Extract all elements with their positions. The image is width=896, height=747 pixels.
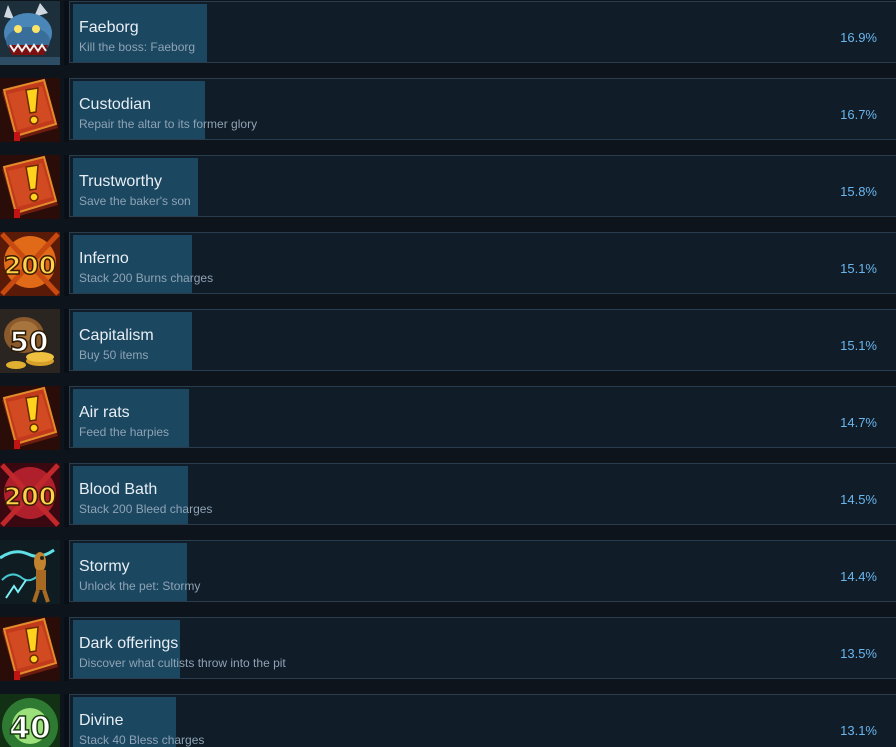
achievement-name: Trustworthy [79,173,162,190]
achievement-description: Buy 50 items [79,348,149,362]
unlock-percentage: 16.9% [840,30,877,45]
achievement-panel: Capitalism Buy 50 items 15.1% [69,309,896,371]
achievement-name: Stormy [79,558,130,575]
achievement-name: Capitalism [79,327,154,344]
achievement-name: Custodian [79,96,152,113]
unlock-percentage: 15.1% [840,338,877,353]
unlock-percentage: 16.7% [840,107,877,122]
unlock-percentage: 13.1% [840,723,877,738]
achievement-panel: Trustworthy Save the baker's son 15.8% [69,155,896,217]
achievement-row[interactable]: Air rats Feed the harpies 14.7% [0,386,896,450]
achievement-row[interactable]: 200 Inferno Stack 200 Burns charges 15.1… [0,232,896,296]
achievement-panel: Air rats Feed the harpies 14.7% [69,386,896,448]
achievement-name: Faeborg [79,19,139,36]
achievement-panel: Faeborg Kill the boss: Faeborg 16.9% [69,1,896,63]
achievement-row[interactable]: 200 Blood Bath Stack 200 Bleed charges 1… [0,463,896,527]
achievement-row[interactable]: Custodian Repair the altar to its former… [0,78,896,142]
achievement-name: Blood Bath [79,481,158,498]
achievement-list: Faeborg Kill the boss: Faeborg 16.9% Cus… [0,0,896,747]
achievement-panel: Stormy Unlock the pet: Stormy 14.4% [69,540,896,602]
quest-book-icon [0,155,60,219]
quest-book-icon [0,386,60,450]
unlock-percentage: 15.8% [840,184,877,199]
achievement-row[interactable]: Dark offerings Discover what cultists th… [0,617,896,681]
achievement-description: Stack 40 Bless charges [79,733,205,747]
achievement-panel: Blood Bath Stack 200 Bleed charges 14.5% [69,463,896,525]
achievement-description: Save the baker's son [79,194,191,208]
achievement-description: Feed the harpies [79,425,170,439]
achievement-row[interactable]: Stormy Unlock the pet: Stormy 14.4% [0,540,896,604]
achievement-panel: Dark offerings Discover what cultists th… [69,617,896,679]
achievement-description: Discover what cultists throw into the pi… [79,656,286,670]
achievement-name: Air rats [79,404,130,421]
achievement-row[interactable]: Faeborg Kill the boss: Faeborg 16.9% [0,1,896,65]
bleed-charges-icon: 200 [0,463,60,527]
quest-book-icon [0,617,60,681]
unlock-percentage: 15.1% [840,261,877,276]
gold-coins-icon: 50 [0,309,60,373]
achievement-panel: Divine Stack 40 Bless charges 13.1% [69,694,896,747]
bless-charges-icon: 40 [0,694,60,747]
quest-book-icon [0,78,60,142]
achievement-description: Repair the altar to its former glory [79,117,258,131]
achievement-name: Inferno [79,250,129,267]
unlock-percentage: 13.5% [840,646,877,661]
burn-charges-icon: 200 [0,232,60,296]
achievement-panel: Inferno Stack 200 Burns charges 15.1% [69,232,896,294]
svg-text:40: 40 [9,711,51,746]
svg-text:200: 200 [4,251,56,280]
dragon-boss-icon [0,1,60,65]
svg-text:200: 200 [4,482,56,511]
achievement-description: Unlock the pet: Stormy [79,579,201,593]
achievement-name: Divine [79,712,124,729]
achievement-row[interactable]: 40 Divine Stack 40 Bless charges 13.1% [0,694,896,747]
unlock-percentage: 14.4% [840,569,877,584]
svg-text:50: 50 [10,325,49,358]
unlock-percentage: 14.7% [840,415,877,430]
achievement-description: Stack 200 Burns charges [79,271,214,285]
achievement-row[interactable]: Trustworthy Save the baker's son 15.8% [0,155,896,219]
achievement-row[interactable]: 50 Capitalism Buy 50 items 15.1% [0,309,896,373]
storm-pet-icon [0,540,60,604]
unlock-percentage: 14.5% [840,492,877,507]
achievement-name: Dark offerings [79,635,179,652]
achievement-description: Kill the boss: Faeborg [79,40,196,54]
achievement-description: Stack 200 Bleed charges [79,502,213,516]
achievement-panel: Custodian Repair the altar to its former… [69,78,896,140]
